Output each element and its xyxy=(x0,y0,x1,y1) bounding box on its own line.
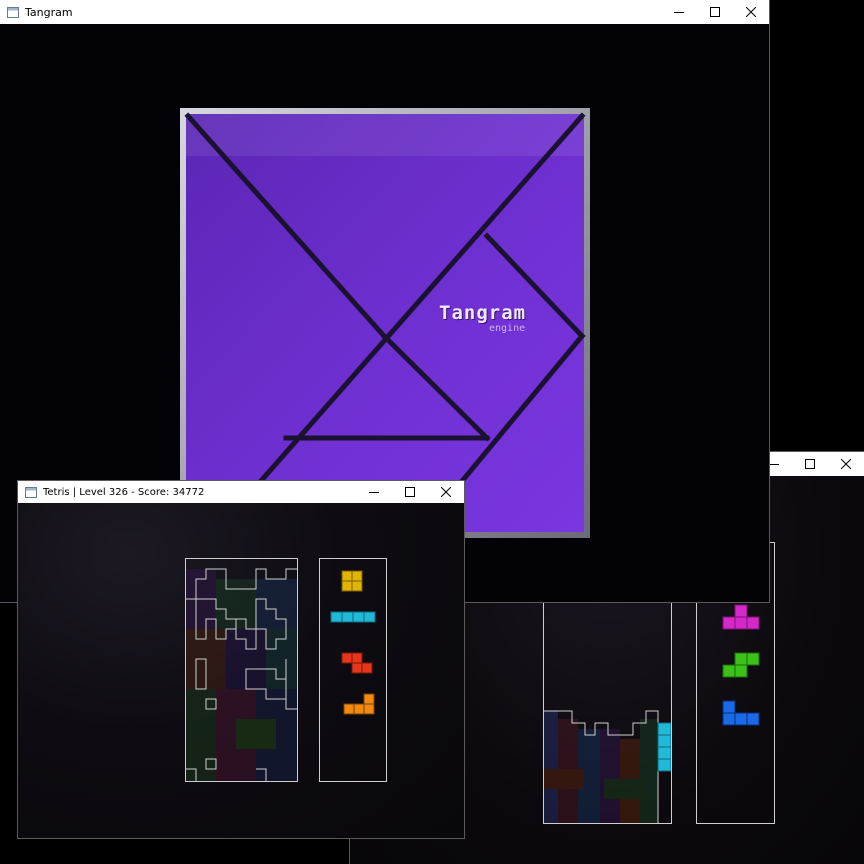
next-piece-s xyxy=(722,652,760,678)
minimize-icon xyxy=(369,492,379,493)
maximize-button[interactable] xyxy=(792,452,828,476)
maximize-icon xyxy=(405,487,415,497)
maximize-button[interactable] xyxy=(697,0,733,24)
tangram-title: Tangram xyxy=(25,5,73,19)
next-piece-o xyxy=(341,570,363,592)
minimize-icon xyxy=(769,464,779,465)
tetris-title: Tetris | Level 326 - Score: 34772 xyxy=(43,486,205,498)
window-app-icon xyxy=(7,6,19,18)
next-piece-j xyxy=(722,700,760,726)
tetris-next-panel xyxy=(319,558,387,782)
close-icon xyxy=(441,487,451,497)
minimize-icon xyxy=(674,12,684,13)
close-button[interactable] xyxy=(828,452,864,476)
tangram-titlebar[interactable]: Tangram xyxy=(0,0,769,24)
close-icon xyxy=(746,7,756,17)
window-app-icon xyxy=(25,486,37,498)
close-icon xyxy=(841,459,851,469)
second-tetris-board xyxy=(543,568,672,824)
minimize-button[interactable] xyxy=(356,481,392,503)
tetris-stack xyxy=(186,568,297,781)
tetris-board xyxy=(185,558,298,782)
second-tetris-stack xyxy=(544,710,671,823)
maximize-button[interactable] xyxy=(392,481,428,503)
tetris-titlebar[interactable]: Tetris | Level 326 - Score: 34772 xyxy=(18,481,464,503)
maximize-icon xyxy=(710,7,720,17)
next-piece-t xyxy=(722,604,760,630)
minimize-button[interactable] xyxy=(661,0,697,24)
logo-title: Tangram xyxy=(439,302,527,324)
maximize-icon xyxy=(805,459,815,469)
tetris-canvas[interactable] xyxy=(18,503,464,838)
next-piece-l xyxy=(343,693,375,715)
tangram-logo xyxy=(180,108,590,538)
close-button[interactable] xyxy=(733,0,769,24)
logo-subtitle: engine xyxy=(489,323,526,334)
next-piece-i xyxy=(330,611,376,623)
next-piece-z xyxy=(341,652,373,674)
tetris-next-pieces xyxy=(330,570,376,715)
tangram-logo-graphic xyxy=(180,108,590,538)
close-button[interactable] xyxy=(428,481,464,503)
tetris-window[interactable]: Tetris | Level 326 - Score: 34772 xyxy=(18,481,464,838)
